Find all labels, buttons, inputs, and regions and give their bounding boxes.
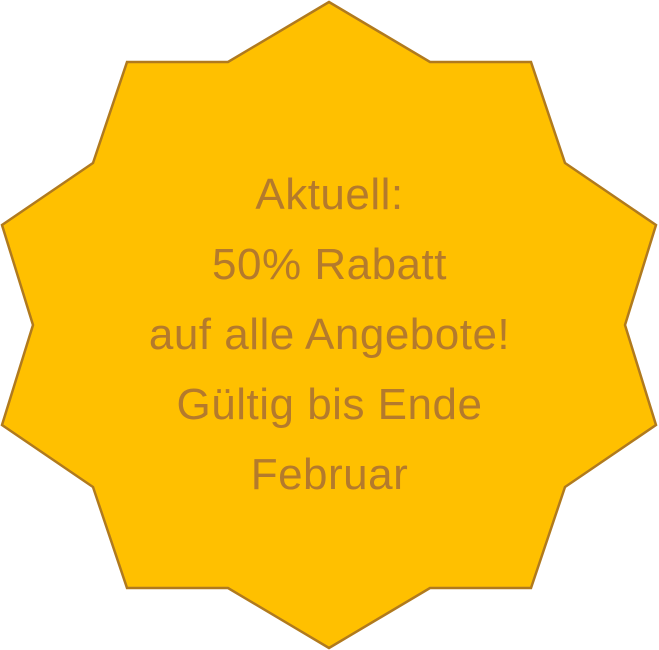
promo-line-discount: 50% Rabatt xyxy=(212,240,447,289)
promo-line-scope: auf alle Angebote! xyxy=(148,310,511,359)
promo-line-validity: Gültig bis Ende xyxy=(176,380,483,429)
promo-text: Aktuell: 50% Rabatt auf alle Angebote! G… xyxy=(0,160,659,510)
page: Aktuell: 50% Rabatt auf alle Angebote! G… xyxy=(0,0,659,650)
promo-line-heading: Aktuell: xyxy=(255,170,404,219)
promo-line-month: Februar xyxy=(250,450,409,499)
